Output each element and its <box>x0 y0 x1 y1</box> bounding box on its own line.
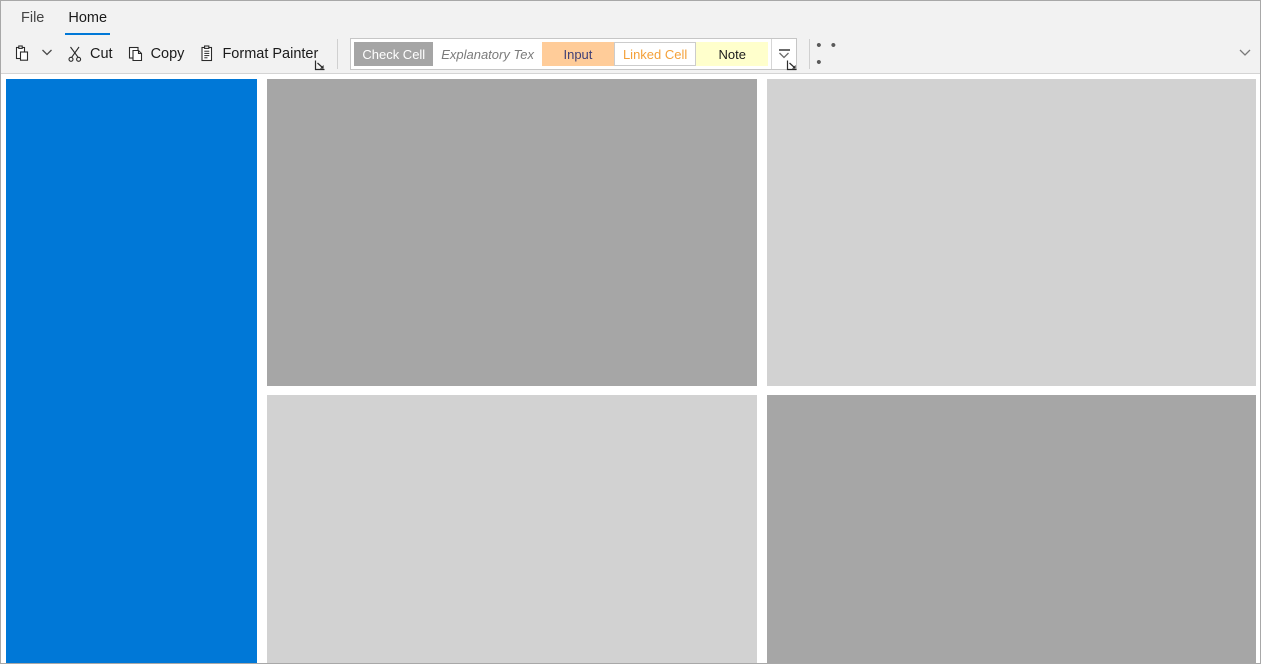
format-painter-icon <box>198 45 216 63</box>
ribbon: File Home Cut Copy Format Painter Check … <box>1 1 1260 74</box>
scissors-icon <box>66 45 84 63</box>
tab-home-label: Home <box>68 10 108 26</box>
content-canvas <box>1 74 1260 663</box>
tab-home[interactable]: Home <box>56 1 119 35</box>
style-input[interactable]: Input <box>541 42 614 66</box>
style-check-cell[interactable]: Check Cell <box>354 42 434 66</box>
paste-button[interactable] <box>7 39 35 69</box>
format-painter-label: Format Painter <box>222 46 319 62</box>
ribbon-command-row: Cut Copy Format Painter Check Cell Expla… <box>1 35 1260 73</box>
panel-blue[interactable] <box>6 79 257 663</box>
copy-icon <box>127 45 145 63</box>
panel-gray-bottom-left[interactable] <box>267 395 757 663</box>
tab-file[interactable]: File <box>9 1 56 35</box>
paste-dropdown-button[interactable] <box>35 39 59 69</box>
style-note-label: Note <box>718 46 747 62</box>
ellipsis-icon: • • • <box>816 37 839 71</box>
group-separator-2 <box>809 39 811 69</box>
panel-gray-top-right[interactable] <box>767 79 1256 386</box>
style-check-cell-label: Check Cell <box>362 46 426 62</box>
style-input-label: Input <box>563 46 593 62</box>
style-note[interactable]: Note <box>696 42 769 66</box>
styles-dialog-launcher[interactable] <box>785 58 799 72</box>
ribbon-overflow-button[interactable]: • • • <box>816 37 850 71</box>
ribbon-collapse-button[interactable] <box>1230 35 1260 73</box>
application-window: File Home Cut Copy Format Painter Check … <box>0 0 1261 664</box>
format-painter-button[interactable]: Format Painter <box>191 39 325 69</box>
styles-group: Check Cell Explanatory Tex Input Linked … <box>344 35 803 73</box>
style-explanatory-text-label: Explanatory Tex <box>441 46 534 62</box>
copy-label: Copy <box>150 46 185 62</box>
style-linked-cell[interactable]: Linked Cell <box>613 42 697 66</box>
chevron-down-icon <box>1237 44 1253 65</box>
cell-styles-list: Check Cell Explanatory Tex Input Linked … <box>351 39 771 69</box>
cut-button[interactable]: Cut <box>59 39 120 69</box>
copy-button[interactable]: Copy <box>120 39 192 69</box>
cell-styles-gallery: Check Cell Explanatory Tex Input Linked … <box>350 38 798 70</box>
group-separator-1 <box>337 39 339 69</box>
cut-label: Cut <box>90 46 113 62</box>
ribbon-spacer <box>850 35 1230 73</box>
clipboard-group: Cut Copy Format Painter <box>7 35 331 73</box>
clipboard-icon <box>13 45 31 63</box>
clipboard-dialog-launcher[interactable] <box>313 58 327 72</box>
tab-file-label: File <box>21 10 45 26</box>
chevron-down-icon <box>40 45 54 64</box>
panel-gray-top-left[interactable] <box>267 79 757 386</box>
panel-gray-bottom-right[interactable] <box>767 395 1256 663</box>
style-explanatory-text[interactable]: Explanatory Tex <box>433 42 542 66</box>
style-linked-cell-label: Linked Cell <box>622 46 688 62</box>
ribbon-tab-strip: File Home <box>1 1 1260 35</box>
